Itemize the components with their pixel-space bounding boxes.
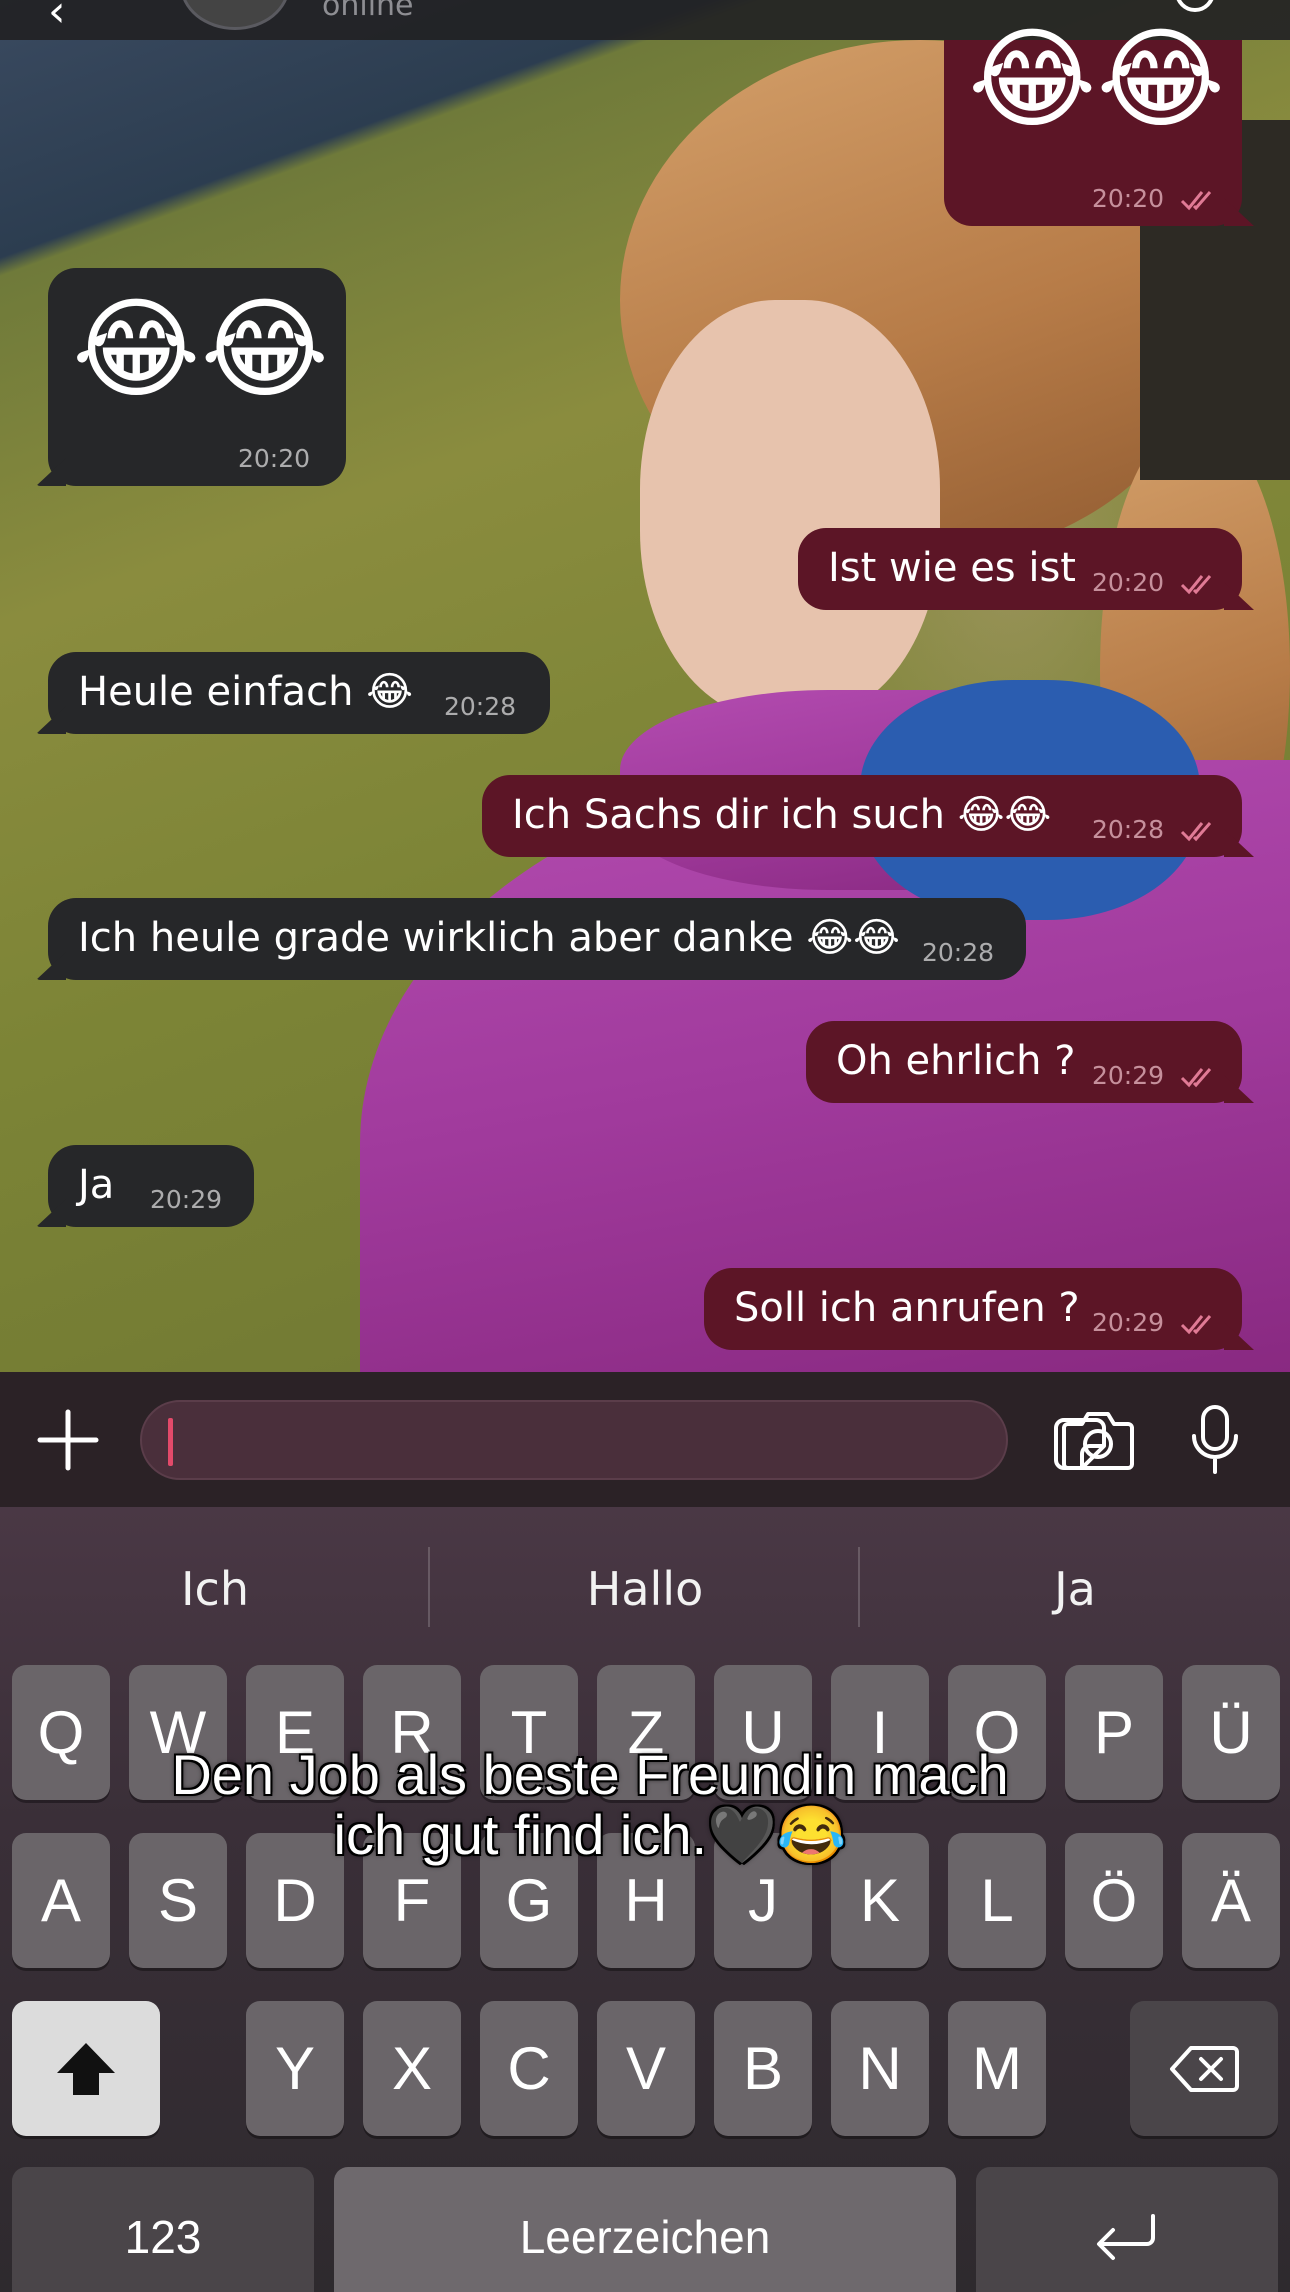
message-incoming[interactable]: 😂😂 20:20 <box>36 268 346 486</box>
message-time: 20:20 <box>1092 568 1165 597</box>
contact-status: online <box>322 0 414 23</box>
suggestion-1[interactable]: Ich <box>0 1562 430 1616</box>
message-time: 20:28 <box>1092 815 1165 844</box>
caption-line-2: ich gut find ich.🖤😂 <box>333 1803 847 1866</box>
key-ä[interactable]: Ä <box>1182 1833 1280 1968</box>
key-ü[interactable]: Ü <box>1182 1665 1280 1800</box>
suggestion-3[interactable]: Ja <box>860 1562 1290 1616</box>
return-icon <box>1097 2214 1155 2260</box>
contact-avatar[interactable] <box>180 0 290 30</box>
message-time: 20:29 <box>150 1185 223 1214</box>
message-outgoing[interactable]: Ist wie es ist 20:20 <box>798 528 1254 610</box>
keyboard: Ich Hallo Ja QWERTZUIOPÜ ASDFGHJKLÖÄ YXC… <box>0 1507 1290 2292</box>
key-m[interactable]: M <box>948 2001 1046 2136</box>
message-outgoing[interactable]: 😂😂 20:20 <box>944 24 1254 226</box>
numbers-key[interactable]: 123 <box>12 2167 314 2292</box>
back-button[interactable]: ‹ <box>48 0 66 37</box>
chat-screen: ‹ online 😂😂 20:20 😂😂 20:20 Ist wie es is… <box>0 0 1290 2292</box>
backspace-key[interactable] <box>1130 2001 1278 2136</box>
caption-line-1: Den Job als beste Freundin mach <box>171 1743 1009 1806</box>
message-outgoing[interactable]: Ich Sachs dir ich such 😂😂 20:28 <box>482 775 1254 857</box>
double-check-icon <box>1180 191 1212 211</box>
message-incoming[interactable]: Ja 20:29 <box>36 1145 254 1227</box>
call-icon[interactable] <box>1175 0 1215 12</box>
message-time: 20:28 <box>922 938 995 967</box>
message-text: Heule einfach 😂 <box>78 669 413 715</box>
message-input[interactable] <box>140 1400 1106 1480</box>
caption-overlay: Den Job als beste Freundin mach ich gut … <box>0 1745 1180 1865</box>
camera-icon[interactable] <box>1062 1410 1134 1470</box>
message-time: 20:28 <box>444 692 517 721</box>
suggestion-2[interactable]: Hallo <box>430 1562 860 1616</box>
double-check-icon <box>1180 575 1212 595</box>
double-check-icon <box>1180 1315 1212 1335</box>
message-text: Soll ich anrufen ? <box>734 1285 1080 1331</box>
plus-icon[interactable] <box>36 1408 100 1472</box>
key-n[interactable]: N <box>831 2001 929 2136</box>
text-caret <box>168 1418 173 1466</box>
space-key[interactable]: Leerzeichen <box>334 2167 956 2292</box>
message-time: 20:29 <box>1092 1061 1165 1090</box>
return-key[interactable] <box>976 2167 1278 2292</box>
message-time: 20:20 <box>1092 184 1165 213</box>
message-incoming[interactable]: Heule einfach 😂 20:28 <box>36 652 550 734</box>
microphone-icon[interactable] <box>1190 1404 1240 1476</box>
message-outgoing[interactable]: Oh ehrlich ? 20:29 <box>806 1021 1254 1103</box>
message-text: Ja <box>78 1162 115 1208</box>
message-text: Ich heule grade wirklich aber danke 😂😂 <box>78 915 900 961</box>
message-text: 😂😂 <box>72 285 330 413</box>
message-text: 😂😂 <box>968 15 1226 143</box>
key-v[interactable]: V <box>597 2001 695 2136</box>
message-text: Ich Sachs dir ich such 😂😂 <box>512 792 1052 838</box>
key-x[interactable]: X <box>363 2001 461 2136</box>
message-text: Oh ehrlich ? <box>836 1038 1076 1084</box>
double-check-icon <box>1180 822 1212 842</box>
composer-bar <box>0 1372 1290 1507</box>
shift-key[interactable] <box>12 2001 160 2136</box>
key-b[interactable]: B <box>714 2001 812 2136</box>
key-y[interactable]: Y <box>246 2001 344 2136</box>
message-time: 20:20 <box>238 444 311 473</box>
message-incoming[interactable]: Ich heule grade wirklich aber danke 😂😂 2… <box>36 898 1026 980</box>
shift-icon <box>57 2042 115 2095</box>
message-time: 20:29 <box>1092 1308 1165 1337</box>
message-text: Ist wie es ist <box>828 545 1076 591</box>
message-outgoing[interactable]: Soll ich anrufen ? 20:29 <box>704 1268 1254 1350</box>
double-check-icon <box>1180 1068 1212 1088</box>
backspace-icon <box>1170 2045 1239 2092</box>
key-c[interactable]: C <box>480 2001 578 2136</box>
